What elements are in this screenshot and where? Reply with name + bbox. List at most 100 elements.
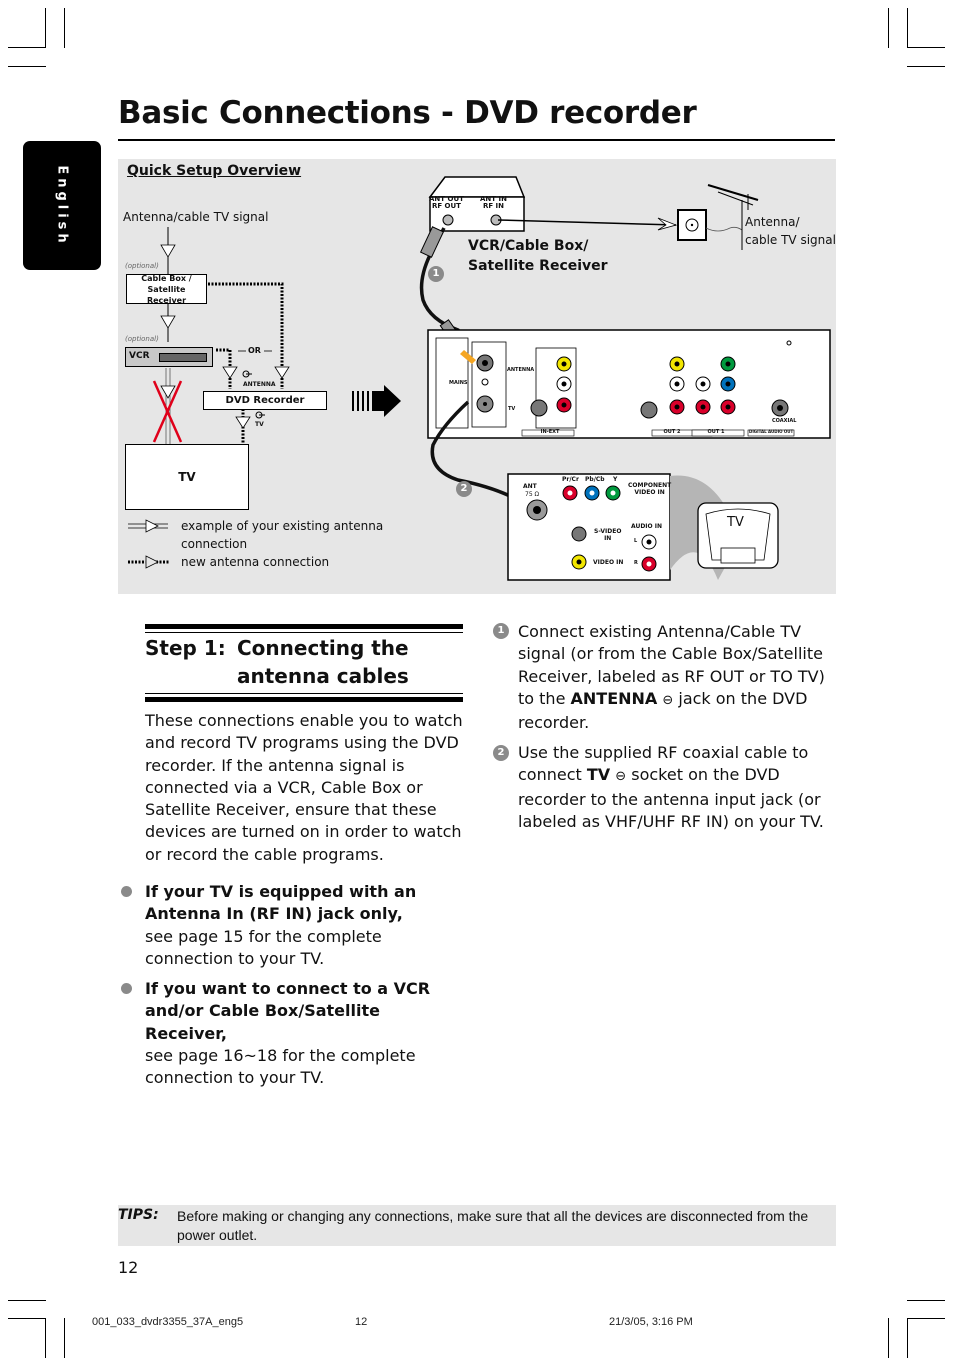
footer-timestamp: 21/3/05, 3:16 PM xyxy=(609,1316,693,1328)
ant-in-label: ANT IN RF IN xyxy=(480,196,507,210)
title-rule xyxy=(118,139,835,141)
step-title-2: antenna cables xyxy=(237,664,409,688)
tv-svideo-label-1: S-VIDEO xyxy=(594,528,622,535)
device-label: VCR/Cable Box/ Satellite Receiver xyxy=(468,236,608,276)
antenna-port-label: ANTENNA xyxy=(507,367,535,373)
tv-audio-in-label: AUDIO IN xyxy=(631,523,662,530)
tv-port-label: TV xyxy=(508,406,516,412)
optional-label: (optional) xyxy=(125,335,159,343)
footer-file: 001_033_dvdr3355_37A_eng5 xyxy=(92,1316,244,1328)
ant-out-label: ANT OUT RF OUT xyxy=(429,196,464,210)
page-title: Basic Connections - DVD recorder xyxy=(118,95,697,131)
rf-in-text: RF IN xyxy=(482,202,505,210)
instruction-badge-2: 2 xyxy=(493,745,509,761)
language-tab-label: English xyxy=(54,164,70,247)
tips-label: TIPS: xyxy=(118,1207,159,1223)
legend-existing-text-2: connection xyxy=(181,537,248,551)
tv-ant-ohm-label: 75 Ω xyxy=(525,491,540,498)
step-badge-2: 2 xyxy=(456,481,472,497)
cable-box-label: Cable Box / xyxy=(141,273,192,283)
legend-existing-text: example of your existing antenna xyxy=(181,519,384,533)
footer-page: 12 xyxy=(355,1316,368,1328)
arrow-icon xyxy=(160,244,176,258)
step-badge-1: 1 xyxy=(428,266,444,282)
dvd-recorder-back-panel xyxy=(427,329,831,439)
bullet-item-1: If your TV is equipped with an Antenna I… xyxy=(145,881,465,970)
page-number: 12 xyxy=(118,1258,139,1277)
tv-icon xyxy=(697,502,779,569)
bullet-2-bold: If you want to connect to a VCR and/or C… xyxy=(145,979,431,1043)
tv-component-label: COMPONENT VIDEO IN xyxy=(628,482,671,496)
antenna-jack-icon: ⊖ xyxy=(662,692,674,708)
cable-box-node: Cable Box / Satellite Receiver xyxy=(126,273,207,305)
mains-label: MAINS xyxy=(449,380,468,386)
optional-label: (optional) xyxy=(125,262,159,270)
step-heading: Step 1: Connecting the antenna cables xyxy=(145,634,457,690)
tv-ant-label: ANT xyxy=(523,483,537,490)
out1-label: OUT 1 xyxy=(707,429,725,435)
tv-y-label: Y xyxy=(613,476,618,483)
arrow-icon xyxy=(274,366,290,379)
device-label-2: Satellite Receiver xyxy=(468,258,608,274)
antenna-label: Antenna/ cable TV signal xyxy=(745,213,836,249)
instruction-2: Use the supplied RF coaxial cable to con… xyxy=(518,742,838,833)
rf-out-text: RF OUT xyxy=(431,202,461,210)
instruction-1: Connect existing Antenna/Cable TV signal… xyxy=(518,621,838,734)
tips-text: Before making or changing any connection… xyxy=(177,1208,809,1243)
step-rule-bottom xyxy=(145,697,463,702)
bullet-icon xyxy=(121,983,132,994)
or-label: OR xyxy=(248,346,261,355)
out2-label: OUT 2 xyxy=(663,429,681,435)
tv-back-label: TV xyxy=(727,515,744,530)
bullet-1-bold: If your TV is equipped with an Antenna I… xyxy=(145,882,417,924)
step-rule-top xyxy=(145,624,463,629)
arrow-icon xyxy=(160,385,176,399)
bullet-2-text: see page 16~18 for the complete connecti… xyxy=(145,1045,416,1088)
tv-pbcb-label: Pb/Cb xyxy=(585,476,605,483)
bullet-1-text: see page 15 for the complete connection … xyxy=(145,926,382,968)
tv-component-label-2: VIDEO IN xyxy=(634,489,665,496)
step-intro: These connections enable you to watch an… xyxy=(145,711,463,864)
arrow-icon xyxy=(222,366,238,379)
arrow-icon xyxy=(235,416,251,429)
tips-box: TIPS: Before making or changing any conn… xyxy=(118,1205,836,1246)
tv-svideo-label: S-VIDEO IN xyxy=(594,528,621,542)
legend-existing: example of your existing antenna connect… xyxy=(181,517,383,571)
coaxial-label: COAXIAL xyxy=(772,418,797,424)
tv-svideo-label-2: IN xyxy=(604,535,612,542)
step-title: Connecting the antenna cables xyxy=(237,634,457,690)
digital-audio-out-label: DIGITAL AUDIO OUT xyxy=(749,429,794,434)
vcr-label: VCR xyxy=(129,351,150,361)
vcr-display xyxy=(159,353,207,362)
cable-box-label-2: Satellite Receiver xyxy=(146,284,187,305)
tv-r-label: R xyxy=(634,560,638,566)
legend-solid-arrow-icon xyxy=(128,519,168,533)
step-rule-top-thin xyxy=(145,632,463,633)
tv-jack-icon: ⊖ xyxy=(615,769,627,785)
bullet-icon xyxy=(121,886,132,897)
tv-node: TV xyxy=(125,444,249,510)
tv-video-in-label: VIDEO IN xyxy=(593,559,624,566)
step-title-1: Connecting the xyxy=(237,636,409,660)
antenna-label-2: cable TV signal xyxy=(745,233,836,247)
instruction-2-bold: TV xyxy=(586,765,611,785)
legend-dotted-arrow-icon xyxy=(128,555,170,569)
instruction-1-bold: ANTENNA xyxy=(570,688,658,708)
dvd-recorder-node: DVD Recorder xyxy=(203,391,327,410)
legend-new-text: new antenna connection xyxy=(181,555,330,569)
step-rule-bottom-thin xyxy=(145,693,463,694)
instruction-badge-1: 1 xyxy=(493,623,509,639)
tv-jack-label: TV xyxy=(255,421,264,428)
direction-arrow-icon xyxy=(352,385,401,417)
step-label: Step 1: xyxy=(145,636,226,660)
tv-prcr-label: Pr/Cr xyxy=(562,476,579,483)
language-tab: English xyxy=(23,141,101,270)
vcr-node: VCR xyxy=(125,347,213,367)
arrow-icon xyxy=(160,315,176,329)
antenna-jack-label: ANTENNA xyxy=(243,381,276,388)
device-label-1: VCR/Cable Box/ xyxy=(468,238,589,254)
antenna-label-1: Antenna/ xyxy=(745,215,800,229)
tv-component-label-1: COMPONENT xyxy=(628,482,672,489)
in-ext-label: IN-EXT xyxy=(540,429,560,435)
tv-l-label: L xyxy=(634,538,638,544)
